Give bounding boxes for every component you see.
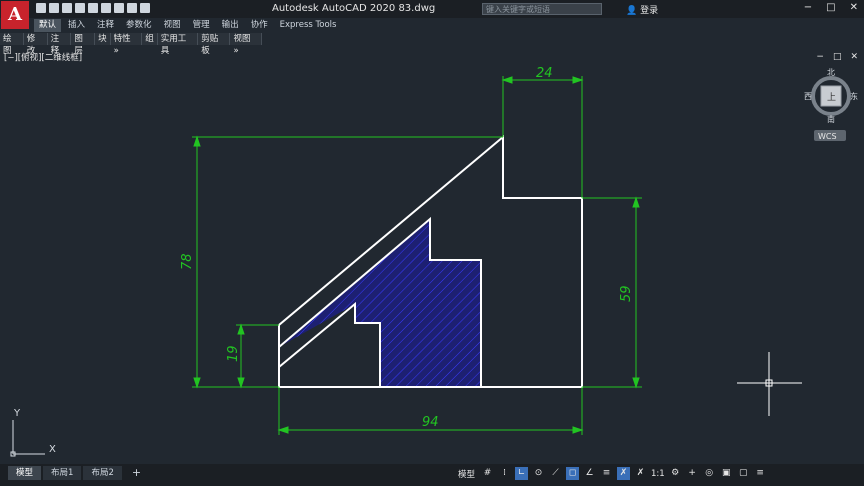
add-icon[interactable]: + — [686, 467, 699, 480]
layout-tabs: 模型 布局1 布局2 + — [8, 466, 149, 480]
ucs-x-label: X — [49, 444, 56, 455]
wcs-label: WCS — [818, 132, 837, 141]
viewcube-north[interactable]: 北 — [827, 68, 835, 77]
clean-screen-icon[interactable]: ▢ — [737, 467, 750, 480]
status-tools: 模型 # ⁞ ∟ ⊙ ⟋ ◻ ∠ ≡ ✗ ✗ 1:1 ⚙ + ◎ ▣ ▢ ≡ — [458, 467, 767, 480]
auto-scale-icon[interactable]: ✗ — [634, 467, 647, 480]
polar-tracking-icon[interactable]: ⊙ — [532, 467, 545, 480]
status-bar: 模型 布局1 布局2 + 模型 # ⁞ ∟ ⊙ ⟋ ◻ ∠ ≡ ✗ ✗ 1:1 … — [0, 464, 864, 486]
add-layout-button[interactable]: + — [124, 466, 149, 480]
dimension-left-small-label: 19 — [226, 345, 241, 362]
dimension-bottom-label: 94 — [422, 415, 439, 430]
snap-icon[interactable]: ⁞ — [498, 467, 511, 480]
dimension-left-label: 78 — [180, 253, 195, 270]
dimension-top-label: 24 — [536, 66, 553, 81]
model-space-button[interactable]: 模型 — [458, 468, 475, 480]
dimension-right-label: 59 — [619, 285, 634, 302]
ucs-y-label: Y — [13, 408, 21, 419]
tab-layout1[interactable]: 布局1 — [43, 466, 82, 480]
ucs-icon — [10, 420, 45, 457]
hardware-acceleration-icon[interactable]: ▣ — [720, 467, 733, 480]
annotation-scale[interactable]: 1:1 — [651, 469, 665, 479]
object-snap-icon[interactable]: ◻ — [566, 467, 580, 480]
isodraft-icon[interactable]: ⟋ — [549, 467, 562, 480]
workspace-gear-icon[interactable]: ⚙ — [669, 467, 682, 480]
grid-icon[interactable]: # — [481, 467, 494, 480]
lineweight-icon[interactable]: ≡ — [600, 467, 613, 480]
tab-model[interactable]: 模型 — [8, 466, 42, 480]
annotation-visibility-icon[interactable]: ✗ — [617, 467, 631, 480]
viewcube-west[interactable]: 西 — [804, 92, 812, 101]
viewcube-south[interactable]: 南 — [827, 114, 835, 124]
isolate-objects-icon[interactable]: ◎ — [703, 467, 716, 480]
snap-tracking-icon[interactable]: ∠ — [583, 467, 596, 480]
drawing-canvas[interactable]: 24 78 19 59 94 Y X 上 北 南 东 西 WCS — [0, 0, 864, 464]
viewcube-east[interactable]: 东 — [850, 91, 858, 101]
viewcube[interactable]: 上 北 南 东 西 WCS — [804, 68, 858, 141]
crosshair-cursor — [737, 352, 802, 416]
customization-icon[interactable]: ≡ — [754, 467, 767, 480]
ortho-icon[interactable]: ∟ — [515, 467, 529, 480]
tab-layout2[interactable]: 布局2 — [83, 466, 122, 480]
viewcube-face-label: 上 — [827, 92, 836, 103]
